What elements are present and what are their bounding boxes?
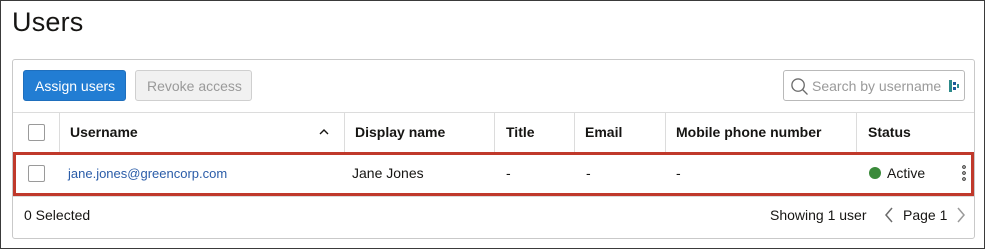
chevron-right-icon[interactable]: [955, 206, 967, 224]
assign-users-button[interactable]: Assign users: [23, 70, 126, 101]
showing-count: Showing 1 user: [770, 207, 867, 223]
column-header-display-name[interactable]: Display name: [355, 124, 445, 140]
footer-divider: [13, 196, 974, 197]
search-input[interactable]: [812, 71, 947, 100]
email-cell: -: [586, 165, 591, 181]
mobile-phone-cell: -: [676, 165, 681, 181]
select-all-checkbox[interactable]: [28, 124, 45, 141]
status-active-dot: [869, 167, 881, 179]
column-divider: [856, 112, 857, 152]
search-box[interactable]: [783, 70, 965, 101]
column-divider: [344, 112, 345, 152]
window-frame: Users Assign users Revoke access Usernam…: [0, 0, 985, 249]
column-header-mobile-phone[interactable]: Mobile phone number: [676, 124, 821, 140]
column-divider: [665, 112, 666, 152]
extension-icon: [949, 80, 959, 92]
status-cell: Active: [887, 165, 926, 181]
column-divider: [494, 112, 495, 152]
column-header-title[interactable]: Title: [506, 124, 535, 140]
page-title: Users: [12, 7, 84, 37]
column-header-email[interactable]: Email: [585, 124, 622, 140]
column-header-status[interactable]: Status: [868, 124, 911, 140]
column-divider: [574, 112, 575, 152]
username-link[interactable]: jane.jones@greencorp.com: [68, 166, 227, 181]
sort-ascending-icon[interactable]: [318, 127, 330, 136]
revoke-access-button[interactable]: Revoke access: [135, 70, 252, 101]
users-panel: Assign users Revoke access Username Disp…: [12, 59, 975, 239]
column-header-username[interactable]: Username: [70, 124, 138, 140]
page-indicator: Page 1: [903, 207, 948, 223]
column-divider: [59, 112, 60, 152]
chevron-left-icon[interactable]: [883, 206, 895, 224]
display-name-cell: Jane Jones: [352, 165, 424, 181]
row-select-checkbox[interactable]: [28, 165, 45, 182]
kebab-menu-icon[interactable]: [961, 164, 967, 182]
selected-count: 0 Selected: [24, 207, 91, 223]
title-cell: -: [506, 165, 511, 181]
search-icon: [791, 78, 808, 95]
